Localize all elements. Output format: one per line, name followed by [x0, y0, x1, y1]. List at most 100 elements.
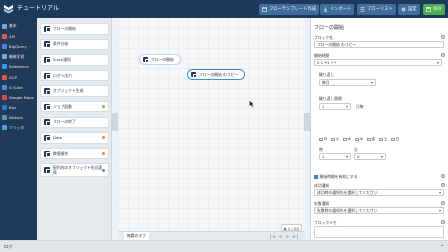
block-name-input[interactable]: フローの開始 のコピー: [314, 41, 444, 48]
block-icon: [44, 103, 51, 111]
list-icon: [360, 7, 365, 12]
block-memo-textarea[interactable]: [314, 226, 444, 238]
settings-button[interactable]: 設定: [398, 4, 420, 15]
log-label: ログ: [4, 244, 13, 249]
weekday-sun[interactable]: 日: [391, 137, 399, 142]
block-item-condition[interactable]: 条件分岐: [40, 38, 109, 51]
block-icon: [44, 72, 51, 80]
weekday-wed[interactable]: 水: [343, 137, 351, 142]
sidebar-item-bigquery[interactable]: BigQuery: [0, 41, 37, 51]
enable-schedule-checkbox[interactable]: [314, 175, 318, 179]
properties-panel: フローの開始 ブロック名 ? フローの開始 のコピー 開始時間 ? 0 1 */…: [310, 18, 448, 240]
weekday-mon[interactable]: 月: [319, 137, 327, 142]
sidebar-item-tsuritta[interactable]: ツリッタ: [0, 123, 37, 133]
sidebar-item-salesforce[interactable]: Salesforce: [0, 62, 37, 72]
block-item-label: オブジェクト生成: [53, 88, 84, 94]
create-template-button[interactable]: フローテンプレート作成: [259, 4, 320, 15]
sidebar-item-box[interactable]: Box: [0, 103, 37, 113]
schedule-input[interactable]: 0 1 */1 * *: [314, 59, 442, 66]
tsuritta-icon: [2, 125, 7, 131]
checkbox[interactable]: [367, 137, 371, 142]
success-notify-select[interactable]: 成功時の通知先を選択してください: [314, 189, 444, 196]
box-icon: [2, 105, 7, 111]
block-item-flow-start[interactable]: フローの開始: [40, 23, 109, 35]
basic-category-icon: [2, 23, 7, 29]
help-icon[interactable]: ?: [441, 201, 445, 205]
enable-schedule-row[interactable]: 開始時間を有効にする: [314, 174, 358, 180]
checkbox[interactable]: [343, 137, 347, 142]
google-maps-icon: [2, 94, 7, 100]
sidebar-item-machine-learning[interactable]: 機械学習: [0, 52, 37, 62]
flow-node-start-copy[interactable]: フローの開始 のコピー: [187, 69, 246, 80]
panel-title: フローの開始: [314, 25, 345, 31]
help-icon[interactable]: ?: [441, 35, 445, 39]
canvas-tab-bar: 無題のタブ |< < > >|: [118, 231, 305, 240]
app-header: チュートリアル フローテンプレート作成 インポート フローリスト 設定 保存: [0, 0, 448, 18]
create-template-label: フローテンプレート作成: [269, 7, 317, 12]
checkbox[interactable]: [319, 137, 323, 142]
block-item-flow-end[interactable]: フローの終了: [40, 116, 109, 129]
block-item-numeric[interactable]: 数値操作: [40, 147, 109, 160]
sidebar-item-label: Google Maps: [9, 94, 34, 100]
checkbox[interactable]: [331, 137, 335, 142]
weekday-sat[interactable]: 土: [379, 137, 387, 142]
weekday-label: 水: [347, 137, 352, 141]
block-item-label: Date: [53, 135, 63, 141]
flow-canvas[interactable]: フローの開始 フローの開始 のコピー ◉ 0 / 60 無題のタブ |< < >…: [118, 18, 305, 240]
sidebar-item-label: API: [9, 33, 16, 39]
save-button[interactable]: 保存: [423, 4, 445, 15]
sidebar-item-label: GCP: [9, 74, 17, 80]
block-item-job-start[interactable]: ジョブ起動: [40, 100, 109, 113]
block-icon: [44, 167, 51, 174]
sidebar-item-gcp[interactable]: GCP: [0, 72, 37, 82]
weekday-label: 月: [323, 137, 328, 141]
block-item-label: 数値操作: [53, 150, 69, 156]
log-toggle-icon[interactable]: ^: [440, 241, 444, 252]
tab-untitled[interactable]: 無題のタブ: [124, 232, 149, 240]
help-icon[interactable]: ?: [441, 220, 445, 224]
weekday-fri[interactable]: 金: [367, 137, 375, 142]
help-icon[interactable]: ?: [441, 174, 445, 178]
interval-unit: 日毎: [356, 104, 364, 109]
block-item-slack-notify[interactable]: Slack通知: [40, 54, 109, 66]
checkbox[interactable]: [355, 137, 359, 142]
help-icon[interactable]: ?: [441, 53, 445, 57]
weekday-tue[interactable]: 火: [331, 137, 339, 142]
sidebar-item-google-maps[interactable]: Google Maps: [0, 92, 37, 102]
weekday-thu[interactable]: 木: [355, 137, 363, 142]
node-label: フローの開始: [151, 56, 174, 62]
repeat-select[interactable]: 毎日: [319, 79, 376, 86]
interval-select[interactable]: 1: [319, 103, 351, 110]
sidebar-item-gsuite[interactable]: G Suite: [0, 82, 37, 92]
block-item-date[interactable]: Date: [40, 132, 109, 144]
tab-pager[interactable]: |< < > >|: [270, 234, 299, 239]
sidebar-item-watson[interactable]: Watson: [0, 113, 37, 123]
status-dot: [102, 136, 105, 140]
block-icon: [44, 150, 51, 157]
weekday-label: 火: [335, 137, 340, 141]
flow-node-start[interactable]: フローの開始: [139, 54, 181, 65]
sidebar-item-basic[interactable]: 基本: [0, 21, 37, 31]
block-item-object-create[interactable]: オブジェクト生成: [40, 85, 109, 97]
checkbox[interactable]: [391, 137, 395, 142]
failure-notify-select[interactable]: 失敗時の通知先を選択してください: [314, 207, 444, 214]
block-item-array-convert[interactable]: 配列内のオブジェクト形式変換: [40, 163, 109, 178]
sidebar-item-label: Box: [9, 105, 17, 111]
block-icon: [44, 134, 51, 142]
import-button[interactable]: インポート: [320, 4, 355, 15]
log-bar[interactable]: ログ ^: [0, 240, 448, 252]
gcp-icon: [2, 74, 7, 80]
sidebar-item-api[interactable]: API: [0, 31, 37, 41]
minute-select[interactable]: 0: [354, 153, 386, 160]
interval-label: 繰り返し間隔: [319, 96, 342, 101]
save-label: 保存: [433, 7, 442, 12]
checkbox[interactable]: [379, 137, 383, 142]
api-category-icon: [2, 33, 7, 39]
block-item-log-output[interactable]: ログへ出力: [40, 69, 109, 82]
hour-select[interactable]: 1: [319, 153, 351, 160]
template-icon: [262, 7, 267, 12]
help-icon[interactable]: ?: [441, 183, 445, 187]
flow-list-button[interactable]: フローリスト: [357, 4, 396, 15]
machine-learning-icon: [2, 54, 7, 60]
block-icon: [191, 72, 198, 79]
